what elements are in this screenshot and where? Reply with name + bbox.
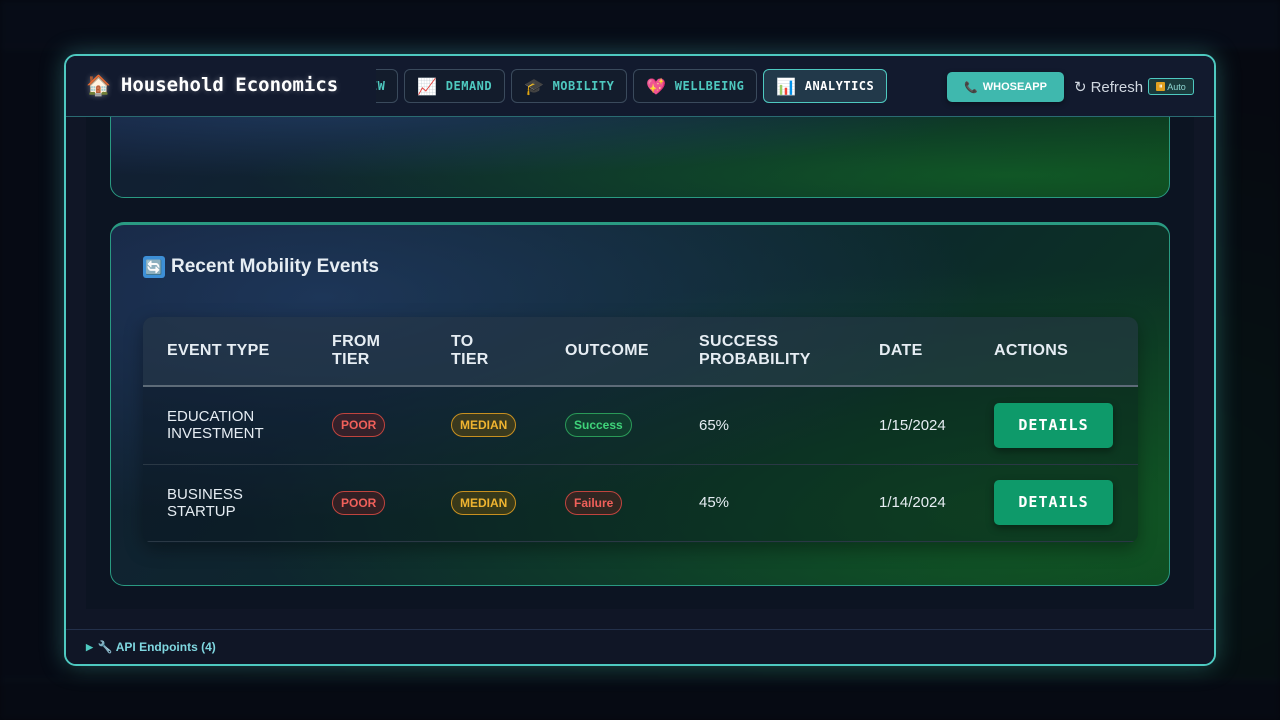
card-title: 🔄 Recent Mobility Events — [143, 256, 379, 278]
tab-wellbeing[interactable]: 💖 WELLBEING — [633, 69, 758, 103]
to-tier-cell: MEDIAN — [427, 464, 541, 541]
tab-mobility[interactable]: 🎓 MOBILITY — [511, 69, 628, 103]
mobility-events-card: 🔄 Recent Mobility Events EVENT TYPE FROM… — [110, 222, 1170, 586]
refresh-button[interactable]: ↻ Refresh — [1074, 78, 1144, 97]
date-cell: 1/14/2024 — [879, 494, 946, 511]
api-endpoints-toggle[interactable]: ▶ 🔧 API Endpoints (4) — [86, 640, 216, 654]
tier-badge: POOR — [332, 490, 386, 515]
tab-overview[interactable]: ERVIEW — [376, 69, 399, 103]
auto-refresh-toggle[interactable]: ⏸ Auto — [1148, 78, 1194, 95]
event-type-cell: EDUCATION INVESTMENT — [167, 408, 264, 443]
modal-title: 🏠 Household Economics — [86, 73, 338, 97]
modal-footer: ▶ 🔧 API Endpoints (4) — [66, 629, 1214, 664]
chart-up-icon: 📈 — [417, 76, 438, 96]
bar-chart-icon: 📊 — [776, 76, 797, 96]
tab-label: ANALYTICS — [804, 79, 875, 93]
mobility-events-table: EVENT TYPE FROM TIER TO TIER OUTCOME SUC… — [143, 317, 1138, 543]
from-tier-cell: POOR — [308, 386, 427, 464]
whoseapp-label: WHOSEAPP — [982, 81, 1047, 93]
tier-badge: MEDIAN — [451, 490, 517, 515]
auto-label: Auto — [1167, 81, 1186, 92]
phone-icon: 📞 — [964, 81, 978, 94]
house-icon: 🏠 — [86, 73, 111, 97]
modal-title-text: Household Economics — [120, 74, 339, 96]
graduation-cap-icon: 🎓 — [524, 76, 545, 96]
column-header: SUCCESS PROBABILITY — [699, 333, 811, 368]
column-header: TO TIER — [451, 333, 489, 368]
outcome-cell: Success — [541, 386, 675, 464]
tab-analytics[interactable]: 📊 ANALYTICS — [763, 69, 888, 103]
probability-cell: 65% — [699, 416, 730, 434]
table-row: EDUCATION INVESTMENT POOR MEDIAN Success… — [143, 386, 1138, 464]
event-type-cell: BUSINESS STARTUP — [167, 485, 243, 520]
tab-label: WELLBEING — [674, 79, 745, 93]
actions-cell: DETAILS — [970, 386, 1138, 464]
probability-cell: 45% — [699, 494, 730, 511]
column-header: DATE — [879, 342, 923, 359]
tab-bar: ERVIEW 📈 DEMAND 🎓 MOBILITY 💖 WELLBEING 📊… — [376, 69, 909, 105]
tab-demand[interactable]: 📈 DEMAND — [404, 69, 506, 103]
column-header: ACTIONS — [994, 342, 1069, 359]
pause-icon: ⏸ — [1156, 82, 1166, 91]
table-header-row: EVENT TYPE FROM TIER TO TIER OUTCOME SUC… — [143, 317, 1138, 386]
column-header: FROM TIER — [332, 333, 381, 368]
cycle-arrows-icon: 🔄 — [143, 256, 165, 278]
modal-header: 🏠 Household Economics ERVIEW 📈 DEMAND 🎓 … — [66, 56, 1214, 117]
tab-label: DEMAND — [445, 79, 493, 93]
tab-label: MOBILITY — [552, 79, 615, 93]
outcome-badge: Failure — [565, 490, 623, 515]
actions-cell: DETAILS — [970, 464, 1138, 541]
previous-card — [110, 117, 1170, 198]
tier-badge: MEDIAN — [451, 413, 517, 438]
api-endpoints-label: 🔧 API Endpoints (4) — [97, 640, 216, 654]
modal-body[interactable]: 🔄 Recent Mobility Events EVENT TYPE FROM… — [86, 117, 1194, 609]
tab-label: ERVIEW — [376, 79, 386, 93]
outcome-badge: Success — [565, 413, 632, 438]
details-button[interactable]: DETAILS — [994, 480, 1113, 525]
column-header: EVENT TYPE — [167, 342, 270, 359]
date-cell: 1/15/2024 — [879, 416, 946, 434]
triangle-right-icon: ▶ — [86, 641, 93, 652]
details-button[interactable]: DETAILS — [994, 402, 1113, 448]
heart-icon: 💖 — [646, 76, 667, 96]
outcome-cell: Failure — [541, 464, 675, 541]
tier-badge: POOR — [332, 413, 386, 438]
table-row: BUSINESS STARTUP POOR MEDIAN Failure 45%… — [143, 464, 1138, 541]
whoseapp-button[interactable]: 📞 WHOSEAPP — [947, 72, 1064, 102]
card-title-text: Recent Mobility Events — [171, 256, 379, 277]
to-tier-cell: MEDIAN — [427, 386, 541, 464]
from-tier-cell: POOR — [308, 464, 427, 541]
column-header: OUTCOME — [565, 342, 649, 359]
refresh-icon: ↻ — [1074, 79, 1087, 96]
household-economics-modal: 🏠 Household Economics ERVIEW 📈 DEMAND 🎓 … — [64, 54, 1216, 666]
refresh-label: Refresh — [1090, 78, 1144, 96]
